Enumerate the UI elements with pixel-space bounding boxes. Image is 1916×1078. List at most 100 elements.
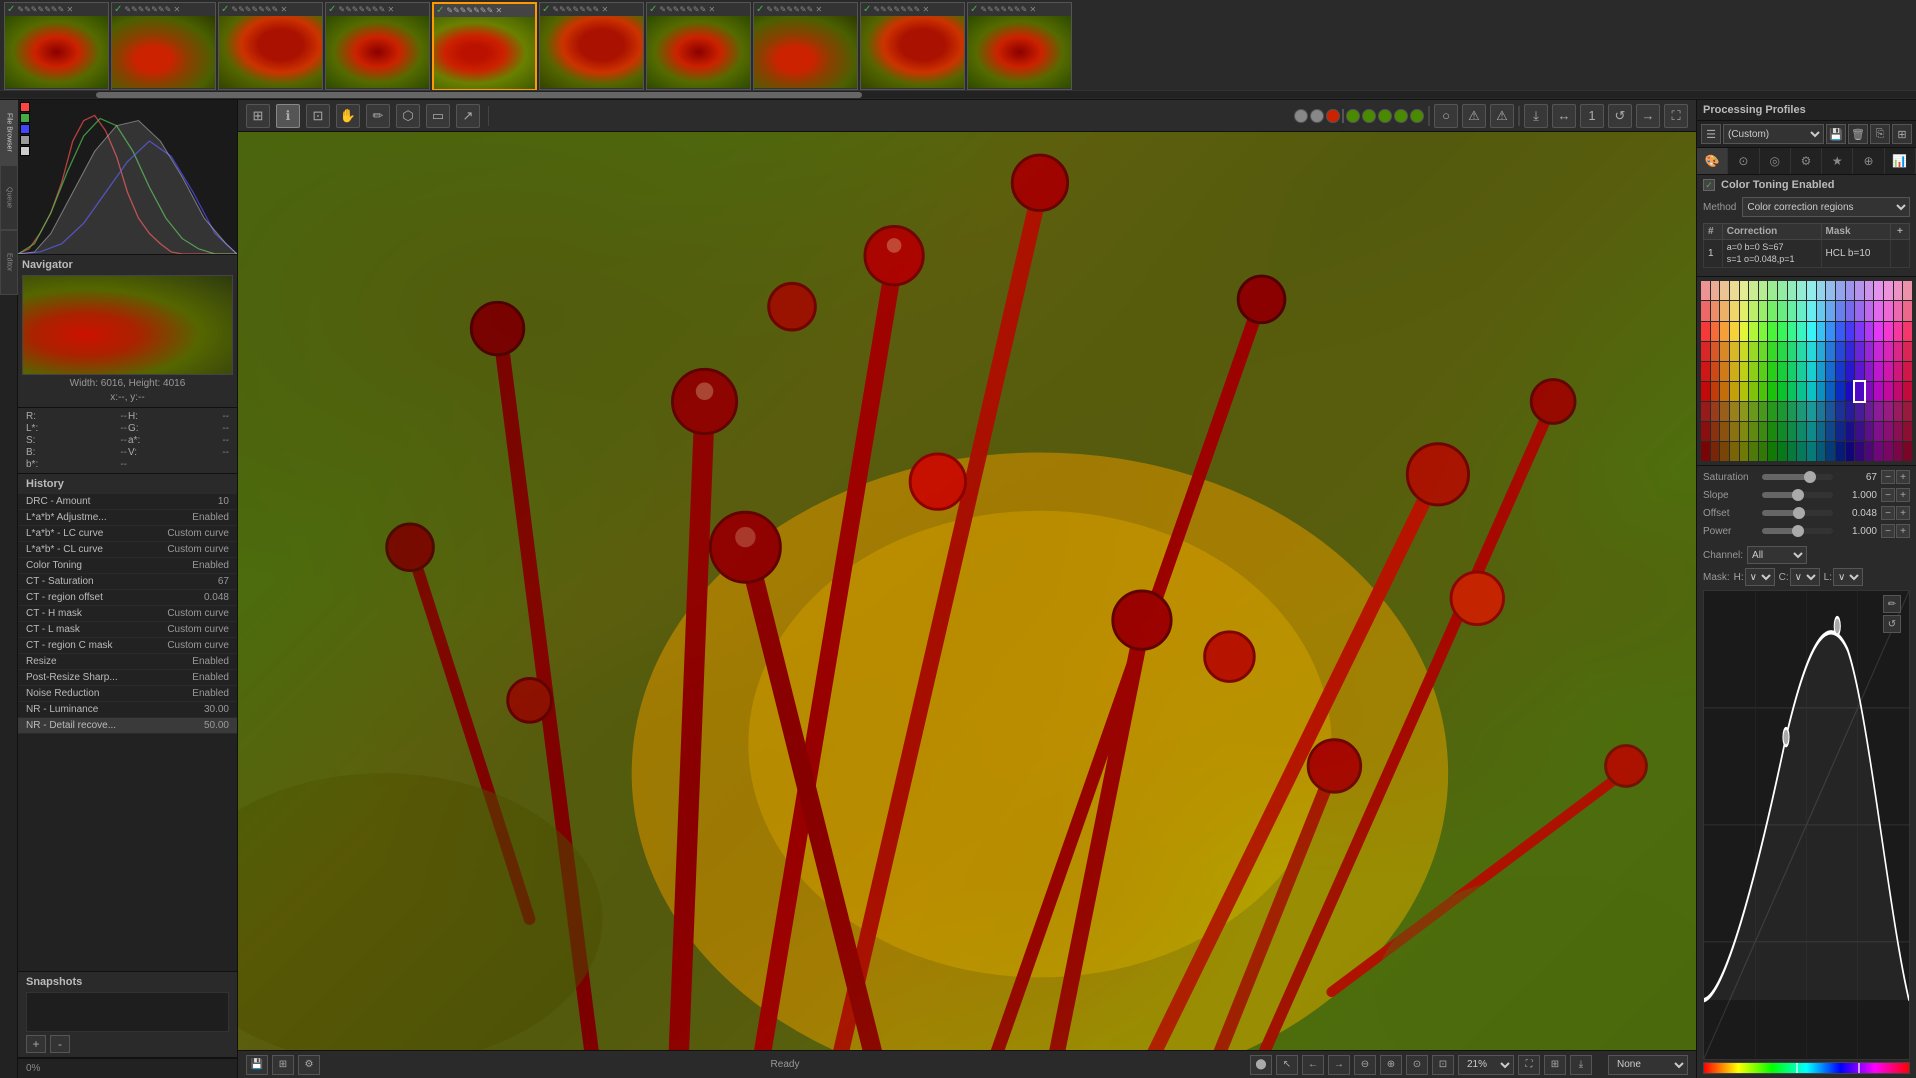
palette-cell-8-16[interactable] [1855,442,1864,461]
history-item-12[interactable]: Noise ReductionEnabled [18,686,237,702]
saturation-plus[interactable]: + [1896,470,1910,484]
history-item-7[interactable]: CT - H maskCustom curve [18,606,237,622]
palette-cell-4-18[interactable] [1874,362,1883,381]
tool-info-button[interactable]: ℹ [276,104,300,128]
palette-cell-7-5[interactable] [1749,422,1758,441]
palette-cell-8-9[interactable] [1788,442,1797,461]
palette-cell-0-19[interactable] [1884,281,1893,300]
history-item-2[interactable]: L*a*b* - LC curveCustom curve [18,526,237,542]
tool-warning2-button[interactable]: ⚠ [1490,104,1514,128]
tool-warning1-button[interactable]: ⚠ [1462,104,1486,128]
palette-cell-3-6[interactable] [1759,342,1768,361]
palette-cell-4-4[interactable] [1740,362,1749,381]
palette-cell-6-1[interactable] [1711,402,1720,421]
palette-cell-2-1[interactable] [1711,322,1720,341]
view-btn-green5[interactable] [1410,109,1424,123]
palette-cell-7-8[interactable] [1778,422,1787,441]
offset-thumb[interactable] [1793,507,1805,519]
palette-cell-7-4[interactable] [1740,422,1749,441]
mask-c-select[interactable]: ∨ [1790,568,1820,586]
palette-cell-1-10[interactable] [1797,301,1806,320]
film-thumb-3[interactable]: ✓ ✎✎✎✎✎✎✎ ✕ [218,2,323,90]
tool-hand-button[interactable]: ✋ [336,104,360,128]
palette-cell-6-18[interactable] [1874,402,1883,421]
palette-cell-7-14[interactable] [1836,422,1845,441]
palette-cell-8-3[interactable] [1730,442,1739,461]
palette-cell-1-17[interactable] [1865,301,1874,320]
palette-cell-8-18[interactable] [1874,442,1883,461]
palette-cell-5-16[interactable] [1855,382,1864,401]
palette-cell-1-20[interactable] [1894,301,1903,320]
palette-cell-2-2[interactable] [1720,322,1729,341]
view-btn-2[interactable] [1310,109,1324,123]
palette-cell-2-4[interactable] [1740,322,1749,341]
zoom-fit2-button[interactable]: ⊡ [1432,1055,1454,1075]
tool-zoom-1-button[interactable]: 1 [1580,104,1604,128]
palette-cell-2-11[interactable] [1807,322,1816,341]
status-settings-button[interactable]: ⚙ [298,1055,320,1075]
pp-paste-button[interactable]: ⊞ [1892,124,1912,144]
palette-cell-1-7[interactable] [1768,301,1777,320]
palette-cell-8-2[interactable] [1720,442,1729,461]
saturation-track[interactable] [1762,474,1833,480]
history-item-4[interactable]: Color ToningEnabled [18,558,237,574]
palette-cell-0-10[interactable] [1797,281,1806,300]
palette-cell-1-16[interactable] [1855,301,1864,320]
history-item-0[interactable]: DRC - Amount10 [18,494,237,510]
tab-editor[interactable]: Editor [0,230,18,295]
palette-cell-8-19[interactable] [1884,442,1893,461]
tool-crop-button[interactable]: ▭ [426,104,450,128]
power-track[interactable] [1762,528,1833,534]
palette-cell-8-17[interactable] [1865,442,1874,461]
palette-cell-6-3[interactable] [1730,402,1739,421]
palette-cell-1-21[interactable] [1903,301,1912,320]
palette-cell-7-16[interactable] [1855,422,1864,441]
palette-cell-2-0[interactable] [1701,322,1710,341]
palette-cell-3-13[interactable] [1826,342,1835,361]
palette-cell-0-3[interactable] [1730,281,1739,300]
palette-cell-3-10[interactable] [1797,342,1806,361]
tab-advanced[interactable]: ⚙ [1791,148,1822,174]
history-item-14[interactable]: NR - Detail recove...50.00 [18,718,237,734]
palette-cell-4-17[interactable] [1865,362,1874,381]
palette-cell-2-21[interactable] [1903,322,1912,341]
palette-cell-4-0[interactable] [1701,362,1710,381]
palette-cell-8-14[interactable] [1836,442,1845,461]
offset-minus[interactable]: − [1881,506,1895,520]
palette-cell-4-1[interactable] [1711,362,1720,381]
film-thumb-4[interactable]: ✓ ✎✎✎✎✎✎✎ ✕ [325,2,430,90]
palette-cell-0-16[interactable] [1855,281,1864,300]
palette-cell-3-21[interactable] [1903,342,1912,361]
palette-cell-0-12[interactable] [1817,281,1826,300]
palette-cell-2-5[interactable] [1749,322,1758,341]
palette-cell-5-11[interactable] [1807,382,1816,401]
palette-cell-1-5[interactable] [1749,301,1758,320]
palette-cell-2-3[interactable] [1730,322,1739,341]
palette-cell-3-17[interactable] [1865,342,1874,361]
saturation-thumb[interactable] [1804,471,1816,483]
palette-cell-5-0[interactable] [1701,382,1710,401]
palette-cell-2-12[interactable] [1817,322,1826,341]
palette-cell-3-8[interactable] [1778,342,1787,361]
method-select[interactable]: Color correction regions LabGrid Hue/Sat… [1742,197,1910,217]
palette-cell-4-8[interactable] [1778,362,1787,381]
zoom-window-button[interactable]: ⊞ [1544,1055,1566,1075]
palette-cell-1-15[interactable] [1846,301,1855,320]
palette-cell-2-13[interactable] [1826,322,1835,341]
palette-cell-4-15[interactable] [1846,362,1855,381]
tab-exposure[interactable]: 🎨 [1697,148,1728,174]
palette-cell-6-14[interactable] [1836,402,1845,421]
palette-cell-6-13[interactable] [1826,402,1835,421]
palette-cell-3-7[interactable] [1768,342,1777,361]
palette-cell-7-13[interactable] [1826,422,1835,441]
palette-cell-3-15[interactable] [1846,342,1855,361]
col-add[interactable]: + [1890,224,1909,240]
slope-track[interactable] [1762,492,1833,498]
tool-rotate-button[interactable]: ↗ [456,104,480,128]
palette-cell-8-20[interactable] [1894,442,1903,461]
palette-cell-5-7[interactable] [1768,382,1777,401]
zoom-cursor-button[interactable]: ↖ [1276,1055,1298,1075]
film-thumb-1[interactable]: ✓ ✎✎✎✎✎✎✎ ✕ [4,2,109,90]
palette-cell-2-8[interactable] [1778,322,1787,341]
zoom-arrow-button[interactable]: ← [1302,1055,1324,1075]
